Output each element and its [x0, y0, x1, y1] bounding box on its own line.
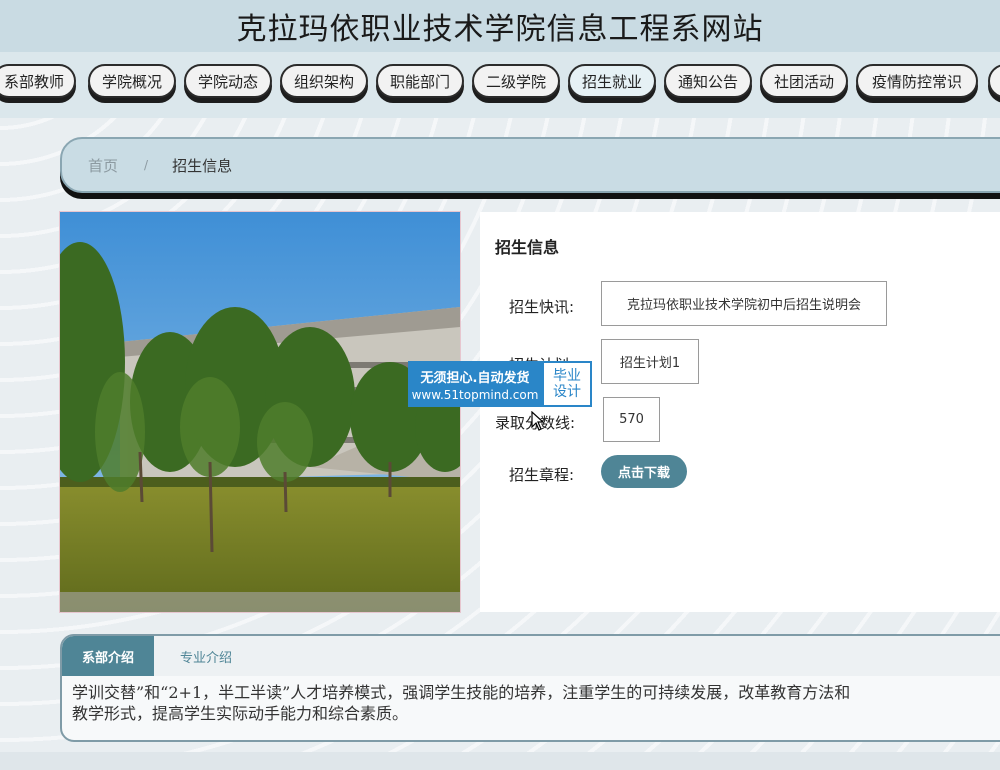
breadcrumb-home-link[interactable]: 首页: [88, 155, 118, 176]
tab-content: 学训交替”和“2+1，半工半读”人才培养模式，强调学生技能的培养，注重学生的可持…: [62, 676, 1000, 730]
tab-major-intro[interactable]: 专业介绍: [154, 636, 258, 676]
intro-tabs-panel: 系部介绍 专业介绍 学训交替”和“2+1，半工半读”人才培养模式，强调学生技能的…: [60, 634, 1000, 742]
watermark-line2: www.51topmind.com: [411, 387, 539, 402]
watermark-badge: 无须担心.自动发货 www.51topmind.com 毕业 设计: [408, 361, 592, 407]
watermark-tag: 毕业 设计: [544, 363, 590, 405]
watermark-tag-top: 毕业: [553, 368, 581, 384]
breadcrumb-current: 招生信息: [172, 156, 233, 175]
charter-label: 招生章程:: [509, 466, 575, 484]
main-nav: 系部教师 学院概况 学院动态 组织架构 职能部门 二级学院 招生就业 通知公告 …: [0, 52, 1000, 118]
watermark-line1: 无须担心.自动发货: [420, 370, 530, 386]
site-header: 克拉玛依职业技术学院信息工程系网站: [0, 0, 1000, 52]
campus-photo: [60, 212, 460, 612]
plan-field: 招生计划1: [601, 339, 699, 384]
score-field: 570: [603, 397, 660, 442]
tab-content-line2: 教学形式，提高学生实际动手能力和综合素质。: [72, 704, 409, 723]
nav-item-notices[interactable]: 通知公告: [664, 64, 752, 98]
page-footer-strip: [0, 752, 1000, 770]
campus-photo-image: [60, 212, 460, 612]
nav-item-epidemic[interactable]: 疫情防控常识: [856, 64, 978, 98]
info-title: 招生信息: [495, 238, 560, 257]
breadcrumb: 首页 / 招生信息: [60, 137, 1000, 193]
nav-item-colleges[interactable]: 二级学院: [472, 64, 560, 98]
nav-item-overflow[interactable]: [988, 64, 1000, 98]
nav-item-overview[interactable]: 学院概况: [88, 64, 176, 98]
nav-item-admissions[interactable]: 招生就业: [568, 64, 656, 98]
nav-item-clubs[interactable]: 社团活动: [760, 64, 848, 98]
news-field: 克拉玛依职业技术学院初中后招生说明会: [601, 281, 887, 326]
nav-item-departments[interactable]: 职能部门: [376, 64, 464, 98]
news-label: 招生快讯:: [509, 298, 575, 316]
mouse-cursor-icon: [531, 411, 545, 431]
breadcrumb-separator: /: [144, 158, 149, 172]
nav-item-news[interactable]: 学院动态: [184, 64, 272, 98]
tab-bar: 系部介绍 专业介绍: [62, 636, 1000, 676]
nav-item-organization[interactable]: 组织架构: [280, 64, 368, 98]
admissions-info-panel: 招生信息 招生快讯: 克拉玛依职业技术学院初中后招生说明会 招生计划: 招生计划…: [480, 212, 1000, 612]
watermark-tag-bottom: 设计: [553, 384, 581, 400]
tab-content-line1: 学训交替”和“2+1，半工半读”人才培养模式，强调学生技能的培养，注重学生的可持…: [72, 683, 851, 702]
watermark-text: 无须担心.自动发货 www.51topmind.com: [408, 361, 542, 407]
tab-department-intro[interactable]: 系部介绍: [62, 636, 154, 676]
site-title: 克拉玛依职业技术学院信息工程系网站: [236, 12, 764, 47]
nav-item-teachers[interactable]: 系部教师: [0, 64, 76, 98]
download-button[interactable]: 点击下载: [601, 455, 687, 488]
